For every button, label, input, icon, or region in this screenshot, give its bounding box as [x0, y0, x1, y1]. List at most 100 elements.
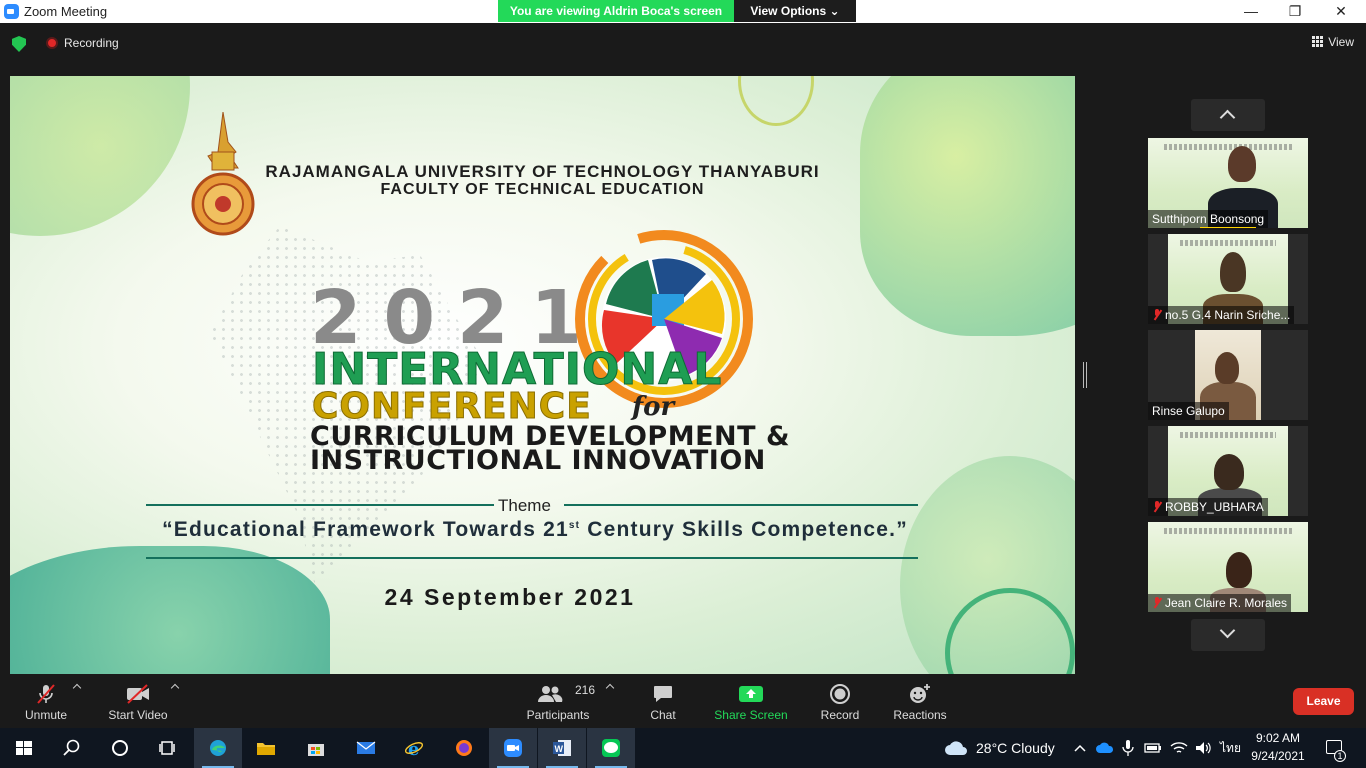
taskbar-app-zoom[interactable] [489, 728, 537, 768]
word-icon: W [553, 740, 571, 756]
gallery-scroll-up-button[interactable] [1191, 99, 1265, 131]
zoom-window: Zoom Meeting You are viewing Aldrin Boca… [0, 0, 1366, 768]
onedrive-cloud-icon[interactable] [1096, 741, 1114, 755]
leave-button[interactable]: Leave [1293, 688, 1354, 715]
taskbar-app-mail[interactable] [342, 728, 390, 768]
mic-muted-icon [1152, 501, 1161, 512]
mail-icon [356, 741, 376, 754]
decor-blob [860, 76, 1075, 336]
encryption-shield-icon[interactable] [12, 36, 26, 52]
theme-statement: “Educational Framework Towards 21st Cent… [140, 518, 930, 542]
viewing-screen-banner: You are viewing Aldrin Boca's screen [498, 0, 734, 22]
theme-label: Theme [498, 496, 551, 515]
chevron-up-icon [1219, 109, 1236, 126]
restore-button[interactable]: ❐ [1272, 0, 1318, 23]
shared-screen: RAJAMANGALA UNIVERSITY OF TECHNOLOGY THA… [10, 76, 1075, 674]
clock-date[interactable]: 9/24/2021 [1248, 749, 1308, 763]
input-language-indicator[interactable]: ไทย [1220, 728, 1241, 768]
participant-name: Sutthiporn Boonsong [1148, 210, 1269, 228]
participant-tile[interactable]: Rinse Galupo [1148, 330, 1308, 420]
participants-icon [538, 686, 563, 702]
participant-name-bar: Jean Claire R. Morales [1148, 594, 1292, 612]
taskbar-app-edge[interactable] [194, 728, 242, 768]
weather-widget[interactable]: 28°C Cloudy [976, 728, 1055, 768]
theme-text-part1: “Educational Framework Towards 21 [162, 518, 569, 541]
file-explorer-icon [257, 743, 275, 755]
chevron-down-icon: ⌄ [829, 4, 840, 18]
close-icon: ✕ [1335, 3, 1347, 19]
search-button[interactable] [48, 728, 96, 768]
chevron-up-icon[interactable] [1073, 742, 1087, 754]
taskbar-app-internet-explorer[interactable]: e [390, 728, 438, 768]
windows-start-icon [16, 741, 32, 755]
participant-tile[interactable]: Sutthiporn Boonsong [1148, 138, 1308, 228]
wifi-icon[interactable] [1170, 740, 1188, 756]
participants-options-caret[interactable] [605, 683, 615, 693]
microphone-icon[interactable] [1122, 739, 1134, 757]
task-view-button[interactable] [144, 728, 192, 768]
view-layout-button[interactable]: View [1312, 35, 1354, 49]
internet-explorer-icon: e [404, 739, 424, 758]
search-icon [63, 739, 80, 756]
divider-line [146, 557, 918, 559]
unmute-label: Unmute [24, 708, 68, 722]
start-button[interactable] [0, 728, 48, 768]
participant-figure [1228, 146, 1256, 182]
reactions-button[interactable]: Reactions [890, 675, 950, 728]
taskbar-app-word[interactable]: W [538, 728, 586, 768]
share-screen-icon [739, 686, 763, 702]
clock-time[interactable]: 9:02 AM [1248, 731, 1308, 745]
participant-tile[interactable]: ROBBY_UBHARA [1148, 426, 1308, 516]
video-camera-off-icon [127, 684, 149, 704]
smiley-plus-icon [910, 684, 930, 703]
participant-figure [1220, 252, 1246, 292]
participant-figure [1215, 352, 1239, 384]
windows-taskbar: e W 28°C Cloudy ไทย 9:02 AM 9/24/2021 1 [0, 728, 1366, 768]
edge-icon [210, 740, 226, 756]
cortana-button[interactable] [96, 728, 144, 768]
start-video-button[interactable]: Start Video [103, 675, 173, 728]
meeting-header: Recording View [0, 23, 1366, 63]
taskbar-app-file-explorer[interactable] [242, 728, 290, 768]
taskbar-app-store[interactable] [292, 728, 340, 768]
unmute-button[interactable]: Unmute [16, 675, 76, 728]
task-view-icon [159, 741, 175, 755]
mic-muted-icon [1152, 597, 1161, 608]
chat-bubble-icon [654, 686, 672, 702]
participant-name: Jean Claire R. Morales [1165, 596, 1288, 610]
view-options-button[interactable]: View Options ⌄ [734, 0, 856, 22]
chat-label: Chat [650, 708, 676, 722]
taskbar-app-firefox[interactable] [440, 728, 488, 768]
zoom-app-icon [4, 4, 19, 19]
record-button[interactable]: Record [812, 675, 868, 728]
svg-text:W: W [555, 744, 564, 754]
chevron-down-icon [1219, 622, 1236, 639]
notification-count-badge: 1 [1334, 750, 1346, 762]
minimize-icon: — [1244, 3, 1258, 19]
taskbar-app-line[interactable] [587, 728, 635, 768]
university-name: RAJAMANGALA UNIVERSITY OF TECHNOLOGY THA… [265, 162, 820, 181]
record-label: Record [820, 708, 860, 722]
participants-count: 216 [575, 683, 596, 697]
view-label: View [1328, 35, 1354, 49]
divider-line [146, 504, 494, 506]
panel-resize-handle[interactable] [1083, 362, 1087, 388]
battery-icon[interactable] [1144, 741, 1162, 755]
decor-blob [10, 76, 190, 236]
participant-name-bar: no.5 G.4 Narin Sriche... [1148, 306, 1295, 324]
share-screen-button[interactable]: Share Screen [712, 675, 790, 728]
participant-tile[interactable]: Jean Claire R. Morales [1148, 522, 1308, 612]
gallery-scroll-down-button[interactable] [1191, 619, 1265, 651]
cortana-icon [112, 740, 128, 756]
participant-name: Rinse Galupo [1148, 402, 1229, 420]
chat-button[interactable]: Chat [638, 675, 688, 728]
decor-blob [10, 546, 330, 674]
close-button[interactable]: ✕ [1318, 0, 1364, 23]
grid-icon [1312, 36, 1324, 47]
speaker-icon[interactable] [1194, 740, 1212, 756]
theme-text-part2: Century Skills Competence.” [580, 518, 908, 541]
record-icon [830, 684, 850, 704]
participant-tile[interactable]: no.5 G.4 Narin Sriche... [1148, 234, 1308, 324]
cloud-icon [945, 741, 967, 755]
minimize-button[interactable]: — [1228, 0, 1274, 23]
